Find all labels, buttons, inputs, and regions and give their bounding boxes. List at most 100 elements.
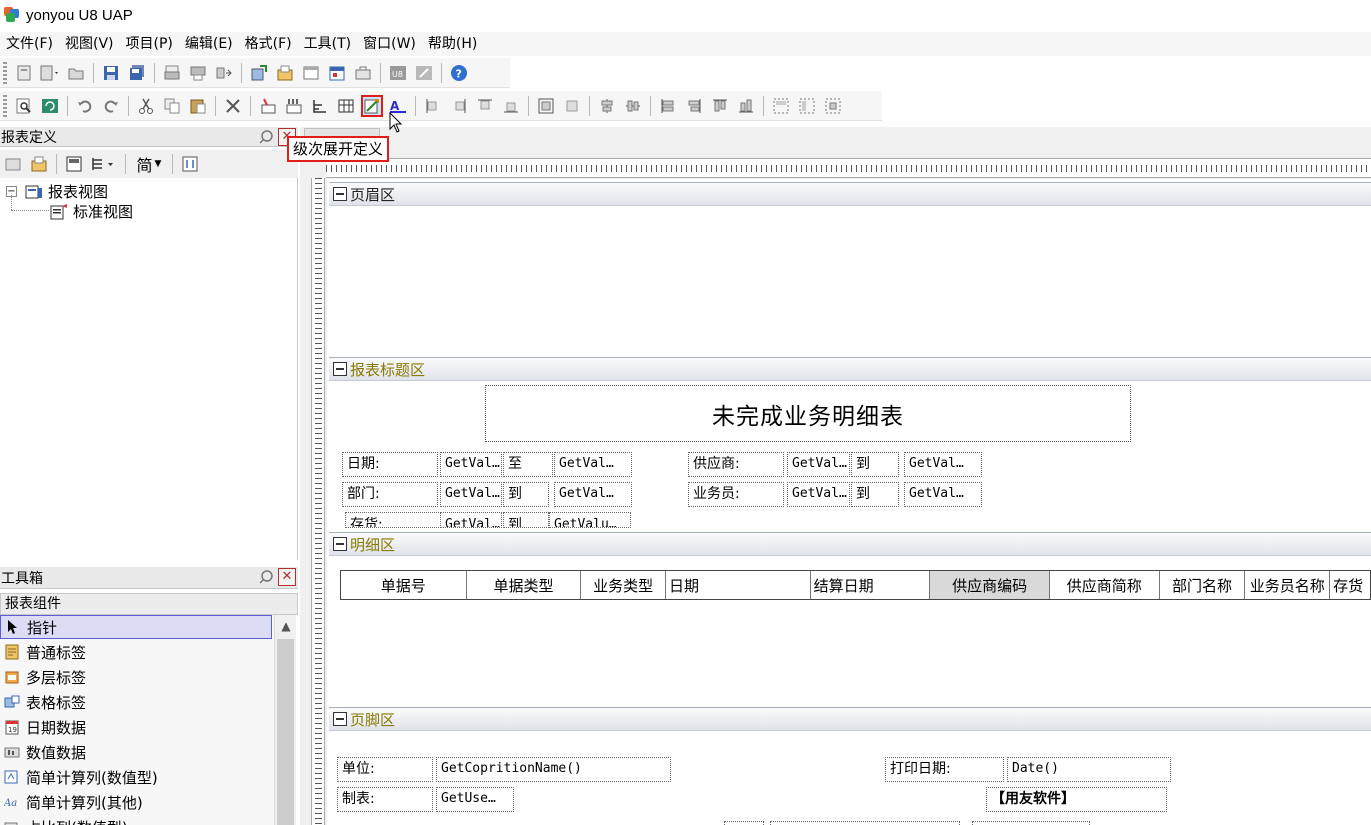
- tool-simple-calc-other[interactable]: Aa 简单计算列(其他): [0, 790, 272, 814]
- clerk-to-field[interactable]: GetVal…: [904, 482, 982, 507]
- column-header[interactable]: 业务员名称: [1245, 571, 1331, 599]
- import-icon[interactable]: [248, 62, 270, 84]
- supplier-label[interactable]: 供应商:: [688, 452, 784, 477]
- cut-icon[interactable]: [135, 95, 157, 117]
- inventory-from-field[interactable]: GetVal…: [440, 512, 502, 528]
- align-top-icon[interactable]: [474, 95, 496, 117]
- footer-field-partial[interactable]: [770, 821, 960, 825]
- sort-icon[interactable]: [179, 153, 201, 175]
- paste-icon[interactable]: [187, 95, 209, 117]
- column-header[interactable]: 单据号: [341, 571, 467, 599]
- report-title-label[interactable]: 未完成业务明细表: [485, 385, 1131, 442]
- save-icon[interactable]: [100, 62, 122, 84]
- toolbox-scrollbar[interactable]: ▲: [274, 615, 296, 825]
- column-header[interactable]: 日期: [666, 571, 811, 599]
- refresh-icon[interactable]: [39, 95, 61, 117]
- maker-value-field[interactable]: GetUse…: [436, 787, 514, 812]
- collapse-toggle-icon[interactable]: [333, 362, 347, 376]
- collapse-toggle-icon[interactable]: [333, 537, 347, 551]
- pin-icon[interactable]: [258, 569, 274, 585]
- column-header[interactable]: 供应商简称: [1050, 571, 1160, 599]
- tool-multilevel-label[interactable]: 多层标签: [0, 665, 272, 689]
- calendar-icon[interactable]: [326, 62, 348, 84]
- menu-format[interactable]: 格式(F): [239, 32, 298, 56]
- tool-numeric-data[interactable]: 数值数据: [0, 740, 272, 764]
- fit-grid-icon[interactable]: [822, 95, 844, 117]
- clerk-label[interactable]: 业务员:: [688, 482, 784, 507]
- tool-label-common[interactable]: 普通标签: [0, 640, 272, 664]
- toolbox-group-header[interactable]: 报表组件: [0, 593, 298, 615]
- date-label[interactable]: 日期:: [342, 452, 438, 477]
- multi-label-icon[interactable]: [283, 95, 305, 117]
- section-detail[interactable]: 明细区: [329, 532, 1371, 556]
- u8-icon[interactable]: U8: [387, 62, 409, 84]
- unit-value-field[interactable]: GetCopritionName(): [436, 757, 671, 782]
- scroll-thumb[interactable]: [277, 639, 294, 825]
- column-header[interactable]: 供应商编码: [930, 571, 1050, 599]
- clerk-from-field[interactable]: GetVal…: [787, 482, 850, 507]
- align-left-icon[interactable]: [422, 95, 444, 117]
- menu-file[interactable]: 文件(F): [0, 32, 59, 56]
- inventory-to-field[interactable]: GetValu…: [549, 512, 631, 528]
- toolbar-grip[interactable]: [3, 61, 7, 84]
- tree-node-root[interactable]: − 报表视图: [6, 181, 108, 202]
- add-view-icon[interactable]: [2, 153, 24, 175]
- columns-dropdown-icon[interactable]: [89, 153, 119, 175]
- footer-field-partial[interactable]: [724, 821, 764, 825]
- print-date-field[interactable]: Date(): [1007, 757, 1171, 782]
- tool-simple-calc-numeric[interactable]: 简单计算列(数值型): [0, 765, 272, 789]
- help-icon[interactable]: ?: [448, 62, 470, 84]
- print-icon[interactable]: [161, 62, 183, 84]
- tool-ratio-column[interactable]: 占比列(数值型): [0, 815, 272, 825]
- page-layout-icon[interactable]: [213, 62, 235, 84]
- menu-tools[interactable]: 工具(T): [298, 32, 357, 56]
- center-horizontal-icon[interactable]: [596, 95, 618, 117]
- no-border-icon[interactable]: [561, 95, 583, 117]
- space-vertical-icon[interactable]: [796, 95, 818, 117]
- grid-label-icon[interactable]: [335, 95, 357, 117]
- column-header[interactable]: 部门名称: [1160, 571, 1246, 599]
- same-size-icon[interactable]: [709, 95, 731, 117]
- supplier-to-separator[interactable]: 到: [851, 452, 899, 477]
- supplier-from-field[interactable]: GetVal…: [787, 452, 850, 477]
- print-date-label[interactable]: 打印日期:: [885, 757, 1004, 782]
- undo-icon[interactable]: [74, 95, 96, 117]
- center-vertical-icon[interactable]: [622, 95, 644, 117]
- collapse-toggle-icon[interactable]: [333, 712, 347, 726]
- dept-to-separator[interactable]: 到: [503, 482, 549, 507]
- footer-field-partial[interactable]: [972, 821, 1090, 825]
- same-width-icon[interactable]: [657, 95, 679, 117]
- menu-help[interactable]: 帮助(H): [422, 32, 483, 56]
- insert-label-icon[interactable]: [257, 95, 279, 117]
- column-header[interactable]: 单据类型: [467, 571, 582, 599]
- maker-label[interactable]: 制表:: [337, 787, 433, 812]
- delete-icon[interactable]: [222, 95, 244, 117]
- section-page-footer[interactable]: 页脚区: [329, 707, 1371, 731]
- simplified-chinese-dropdown[interactable]: 简 ▼: [132, 153, 166, 175]
- dept-to-field[interactable]: GetVal…: [554, 482, 632, 507]
- date-from-field[interactable]: GetVal…: [440, 452, 502, 477]
- menu-project[interactable]: 项目(P): [120, 32, 179, 56]
- space-horizontal-icon[interactable]: [770, 95, 792, 117]
- align-right-icon[interactable]: [448, 95, 470, 117]
- column-header[interactable]: 结算日期: [811, 571, 931, 599]
- section-page-header[interactable]: 页眉区: [329, 182, 1371, 206]
- inventory-label[interactable]: 存货:: [345, 512, 441, 528]
- distribute-icon[interactable]: [735, 95, 757, 117]
- collapse-toggle-icon[interactable]: [333, 187, 347, 201]
- close-icon[interactable]: ✕: [278, 568, 296, 586]
- briefcase-icon[interactable]: [352, 62, 374, 84]
- tool-date-data[interactable]: 19 日期数据: [0, 715, 272, 739]
- clerk-to-separator[interactable]: 到: [851, 482, 899, 507]
- properties-icon[interactable]: [274, 62, 296, 84]
- menu-window[interactable]: 窗口(W): [357, 32, 422, 56]
- view-properties-icon[interactable]: [28, 153, 50, 175]
- align-bottom-icon[interactable]: [500, 95, 522, 117]
- supplier-to-field[interactable]: GetVal…: [904, 452, 982, 477]
- format-view-icon[interactable]: [63, 153, 85, 175]
- same-height-icon[interactable]: [683, 95, 705, 117]
- print-setup-icon[interactable]: [187, 62, 209, 84]
- tool-grid-label[interactable]: 表格标签: [0, 690, 272, 714]
- toolbar-grip[interactable]: [3, 94, 7, 117]
- window-icon[interactable]: [300, 62, 322, 84]
